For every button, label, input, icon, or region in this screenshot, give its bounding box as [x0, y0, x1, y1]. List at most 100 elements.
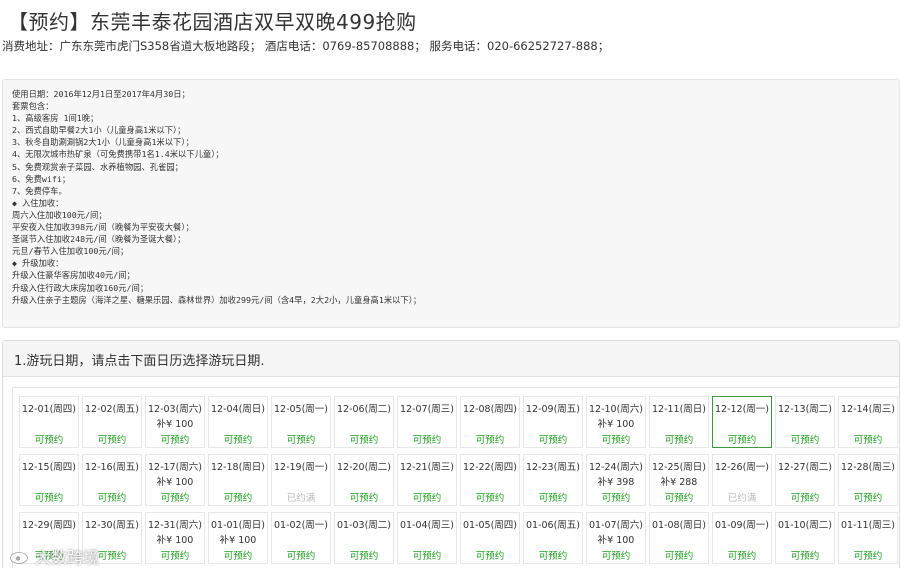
day-date: 12-20(周二) — [336, 462, 392, 473]
day-date: 12-27(周二) — [777, 462, 833, 473]
day-status-available: 可预约 — [223, 551, 253, 562]
day-date: 12-24(周六) — [588, 462, 644, 473]
day-date: 12-31(周六) — [147, 520, 203, 531]
day-date: 01-05(周四) — [462, 520, 518, 531]
watermark-text: 大数跨境 — [35, 548, 100, 567]
day-status-available: 可预约 — [601, 551, 631, 562]
package-line: 圣诞节入住加收248元/间（晚餐为圣诞大餐）； — [12, 234, 186, 245]
day-status-available: 可预约 — [664, 435, 694, 446]
calendar-day[interactable]: 01-04(周三) 可预约 — [397, 512, 457, 564]
day-date: 12-19(周一) — [273, 462, 329, 473]
day-status-available: 可预约 — [727, 435, 757, 446]
day-surcharge: 补¥ 288 — [660, 477, 698, 488]
calendar-day[interactable]: 12-24(周六) 补¥ 398 可预约 — [586, 454, 646, 506]
calendar-day[interactable]: 12-04(周日) 可预约 — [208, 396, 268, 448]
calendar-day[interactable]: 01-10(周二) 可预约 — [775, 512, 835, 564]
calendar-day[interactable]: 12-20(周二) 可预约 — [334, 454, 394, 506]
day-status-available: 可预约 — [349, 435, 379, 446]
calendar-day[interactable]: 12-09(周五) 可预约 — [523, 396, 583, 448]
day-status-available: 可预约 — [286, 551, 316, 562]
day-surcharge: 补¥ 100 — [156, 535, 194, 546]
calendar-day[interactable]: 01-07(周六) 补¥ 100 可预约 — [586, 512, 646, 564]
calendar-day[interactable]: 12-28(周三) 可预约 — [838, 454, 898, 506]
calendar-day[interactable]: 12-03(周六) 补¥ 100 可预约 — [145, 396, 205, 448]
day-status-available: 可预约 — [790, 435, 820, 446]
day-date: 12-02(周五) — [84, 404, 140, 415]
day-date: 01-07(周六) — [588, 520, 644, 531]
calendar-day[interactable]: 01-11(周三) 可预约 — [838, 512, 898, 564]
watermark: 大数跨境 — [9, 544, 99, 568]
day-date: 01-02(周一) — [273, 520, 329, 531]
day-status-available: 可预约 — [34, 435, 64, 446]
calendar-day-selected[interactable]: 12-12(周一) 可预约 — [712, 396, 772, 448]
calendar-day[interactable]: 12-01(周四) 可预约 — [19, 396, 79, 448]
calendar-day[interactable]: 12-02(周五) 可预约 — [82, 396, 142, 448]
calendar-day[interactable]: 01-09(周一) 可预约 — [712, 512, 772, 564]
day-status-available: 可预约 — [97, 493, 127, 504]
calendar-day[interactable]: 12-06(周二) 可预约 — [334, 396, 394, 448]
calendar-day: 12-26(周一) 已约满 — [712, 454, 772, 506]
day-date: 01-04(周三) — [399, 520, 455, 531]
day-status-available: 可预约 — [160, 435, 190, 446]
day-date: 01-01(周日) — [210, 520, 266, 531]
calendar-day[interactable]: 12-13(周二) 可预约 — [775, 396, 835, 448]
page-title: 【预约】东莞丰泰花园酒店双早双晚499抢购 — [8, 10, 417, 34]
calendar-day[interactable]: 12-14(周三) 可预约 — [838, 396, 898, 448]
calendar-day[interactable]: 12-11(周日) 可预约 — [649, 396, 709, 448]
day-date: 12-17(周六) — [147, 462, 203, 473]
calendar-day[interactable]: 12-31(周六) 补¥ 100 可预约 — [145, 512, 205, 564]
day-surcharge: 补¥ 100 — [219, 535, 257, 546]
package-line: 元旦/春节入住加收100元/间； — [12, 246, 129, 257]
calendar-day[interactable]: 12-08(周四) 可预约 — [460, 396, 520, 448]
calendar-day[interactable]: 12-21(周三) 可预约 — [397, 454, 457, 506]
day-status-available: 可预约 — [853, 551, 883, 562]
calendar-day[interactable]: 01-06(周五) 可预约 — [523, 512, 583, 564]
day-status-available: 可预约 — [160, 551, 190, 562]
calendar-day[interactable]: 12-18(周日) 可预约 — [208, 454, 268, 506]
day-status-available: 可预约 — [475, 435, 505, 446]
day-status-available: 可预约 — [412, 493, 442, 504]
day-date: 12-22(周四) — [462, 462, 518, 473]
day-date: 12-21(周三) — [399, 462, 455, 473]
day-date: 12-10(周六) — [588, 404, 644, 415]
day-status-available: 可预约 — [475, 493, 505, 504]
day-status-available: 可预约 — [664, 551, 694, 562]
calendar-day[interactable]: 12-05(周一) 可预约 — [271, 396, 331, 448]
package-line: 2、西式自助早餐2大1小（儿童身高1米以下）； — [12, 125, 186, 136]
day-surcharge: 补¥ 100 — [156, 419, 194, 430]
calendar-day[interactable]: 12-25(周日) 补¥ 288 可预约 — [649, 454, 709, 506]
calendar-day[interactable]: 01-05(周四) 可预约 — [460, 512, 520, 564]
day-date: 12-07(周三) — [399, 404, 455, 415]
day-date: 12-13(周二) — [777, 404, 833, 415]
calendar-day[interactable]: 12-16(周五) 可预约 — [82, 454, 142, 506]
day-status-available: 可预约 — [97, 435, 127, 446]
calendar-day[interactable]: 12-22(周四) 可预约 — [460, 454, 520, 506]
package-lines: 使用日期：2016年12月1日至2017年4月30日； 套票包含： 1、高级客房 1… — [12, 88, 421, 306]
calendar-day[interactable]: 01-08(周日) 可预约 — [649, 512, 709, 564]
day-date: 12-28(周三) — [840, 462, 896, 473]
day-surcharge: 补¥ 100 — [597, 419, 635, 430]
calendar-day[interactable]: 01-03(周二) 可预约 — [334, 512, 394, 564]
calendar-day[interactable]: 12-07(周三) 可预约 — [397, 396, 457, 448]
calendar-day[interactable]: 12-27(周二) 可预约 — [775, 454, 835, 506]
package-line: 升级入住亲子主题房（海洋之星、糖果乐园、森林世界）加收299元/间（含4早，2大… — [12, 294, 422, 305]
package-line: 1、高级客房 1间1晚； — [12, 113, 99, 124]
day-status-available: 可预约 — [601, 435, 631, 446]
calendar-day[interactable]: 12-15(周四) 可预约 — [19, 454, 79, 506]
calendar-day[interactable]: 01-01(周日) 补¥ 100 可预约 — [208, 512, 268, 564]
day-date: 12-04(周日) — [210, 404, 266, 415]
day-status-available: 可预约 — [538, 551, 568, 562]
calendar-day[interactable]: 12-10(周六) 补¥ 100 可预约 — [586, 396, 646, 448]
day-surcharge: 补¥ 100 — [156, 477, 194, 488]
day-date: 12-15(周四) — [21, 462, 77, 473]
day-status-full: 已约满 — [727, 493, 757, 504]
day-date: 12-18(周日) — [210, 462, 266, 473]
calendar-day[interactable]: 12-17(周六) 补¥ 100 可预约 — [145, 454, 205, 506]
package-line: ◆ 升级加收： — [12, 258, 64, 269]
package-line: 套票包含： — [12, 101, 54, 112]
package-line: 使用日期：2016年12月1日至2017年4月30日； — [12, 89, 190, 99]
day-date: 12-11(周日) — [651, 404, 707, 415]
calendar-day[interactable]: 01-02(周一) 可预约 — [271, 512, 331, 564]
day-date: 12-06(周二) — [336, 404, 392, 415]
calendar-day[interactable]: 12-23(周五) 可预约 — [523, 454, 583, 506]
